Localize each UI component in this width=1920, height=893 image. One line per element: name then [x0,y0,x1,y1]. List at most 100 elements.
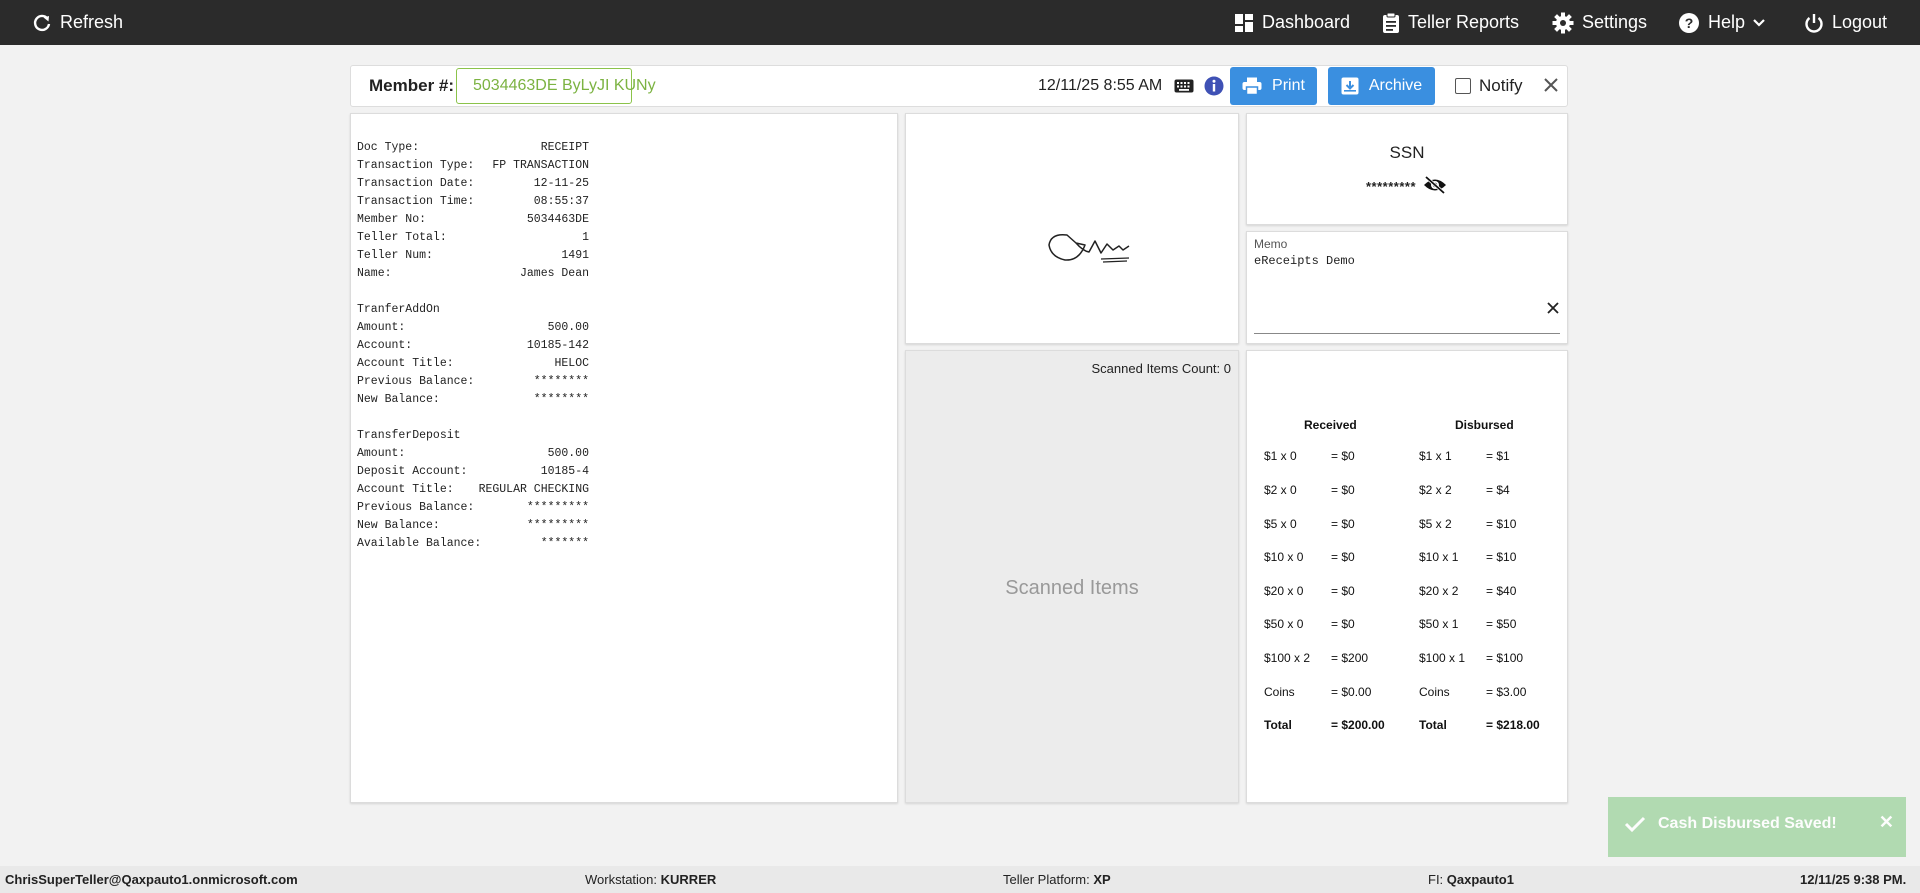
disbursed-amount: = $100 [1486,651,1524,665]
dashboard-icon [1235,13,1253,32]
receipt-line: Amount: 500.00 [357,447,589,460]
member-chip[interactable]: 5034463DE ByLyJI KUNy [456,68,656,104]
notify-label: Notify [1479,76,1523,95]
received-denom: $10 x 0 [1264,550,1304,564]
memo-panel: Memo eReceipts Demo [1246,231,1568,344]
gear-icon [1552,12,1574,33]
member-label: Member #: [369,76,455,95]
disbursed-total: = $218.00 [1486,718,1540,732]
received-amount: = $0.00 [1331,685,1372,699]
member-value: 5034463DE ByLyJI KUNy [473,77,656,94]
receipt-line: Name: James Dean [357,267,589,280]
refresh-label: Refresh [60,12,124,32]
footer-user: ChrisSuperTeller@Qaxpauto1.onmicrosoft.c… [5,872,298,887]
settings-label: Settings [1582,12,1648,32]
receipt-line: Member No: 5034463DE [357,213,589,226]
received-total: = $200.00 [1331,718,1385,732]
info-icon[interactable] [1204,76,1224,96]
cash-summary-panel: Received Disbursed $1 x 0 = $0 $1 x 1 = … [1246,350,1568,803]
received-amount: = $0 [1331,449,1355,463]
receipt-section-title: TranferAddOn [357,303,440,316]
svg-text:?: ? [1685,15,1694,31]
receipt-panel: Doc Type: RECEIPT Transaction Type: FP TRA… [350,113,898,803]
received-coins: Coins [1264,685,1295,699]
disbursed-denom: $100 x 1 [1419,651,1466,665]
disbursed-amount: = $4 [1486,483,1510,497]
receipt-line: Previous Balance: ********* [357,501,589,514]
received-denom: $100 x 2 [1264,651,1311,665]
received-amount: = $0 [1331,584,1355,598]
scanned-items-panel: Scanned Items Count: 0 Scanned Items [905,350,1239,803]
toast-close-icon[interactable]: ✕ [1879,812,1894,833]
refresh-button[interactable]: Refresh [32,0,123,45]
disbursed-amount: = $50 [1486,617,1517,631]
teller-reports-label: Teller Reports [1408,12,1520,32]
logout-button[interactable]: Logout [1804,0,1887,45]
received-denom: $5 x 0 [1264,517,1297,531]
top-nav-bar: Refresh Dashboard Teller Reports Setting… [0,0,1920,45]
toast-message: Cash Disbursed Saved! [1658,815,1837,832]
received-total-label: Total [1264,718,1292,732]
received-denom: $50 x 0 [1264,617,1304,631]
receipt-line: Transaction Type: FP TRANSACTION [357,159,589,172]
scanned-items-placeholder: Scanned Items [1005,577,1139,599]
disbursed-denom: $1 x 1 [1419,449,1452,463]
disbursed-coins: Coins [1419,685,1450,699]
eye-slash-icon[interactable] [1423,175,1447,195]
memo-input[interactable]: eReceipts Demo [1254,254,1355,268]
notify-checkbox-box[interactable] [1455,78,1471,94]
signature-image [1048,233,1130,263]
received-amount: = $200 [1331,651,1369,665]
clear-icon[interactable] [1547,302,1559,314]
dashboard-label: Dashboard [1262,12,1351,32]
receipt-line: Amount: 500.00 [357,321,589,334]
received-header: Received [1304,418,1357,432]
receipt-line: Previous Balance: ******** [357,375,589,388]
print-label: Print [1272,77,1305,94]
refresh-icon [33,14,51,31]
disbursed-total-label: Total [1419,718,1447,732]
disbursed-amount: = $1 [1486,449,1510,463]
success-toast: Cash Disbursed Saved! ✕ [1608,797,1906,857]
receipt-line: Available Balance: ******* [357,537,589,550]
close-icon[interactable] [1542,76,1560,94]
received-amount: = $0 [1331,517,1355,531]
notify-checkbox[interactable]: Notify [1455,76,1522,96]
archive-icon [1341,77,1359,95]
ssn-title: SSN [1389,143,1425,162]
receipt-line: Transaction Date: 12-11-25 [357,177,589,190]
ssn-value: ********* [1366,179,1417,194]
disbursed-amount: = $10 [1486,550,1517,564]
receipt-body: Doc Type: RECEIPT Transaction Type: FP TRA… [357,139,589,553]
help-menu[interactable]: ? Help [1678,0,1765,45]
receipt-line: Doc Type: RECEIPT [357,141,589,154]
teller-reports-link[interactable]: Teller Reports [1382,0,1519,45]
archive-button[interactable]: Archive [1328,67,1435,105]
chevron-down-icon [1753,18,1765,27]
received-denom: $1 x 0 [1264,449,1297,463]
disbursed-header: Disbursed [1455,418,1514,432]
status-footer: ChrisSuperTeller@Qaxpauto1.onmicrosoft.c… [0,866,1920,893]
transaction-datetime: 12/11/25 8:55 AM [1038,77,1163,94]
footer-workstation: Workstation: KURRER [585,872,717,887]
power-icon [1805,13,1823,33]
receipt-line: Account Title: HELOC [357,357,589,370]
receipt-line: Account Title: REGULAR CHECKING [357,483,589,496]
disbursed-denom: $10 x 1 [1419,550,1459,564]
logout-label: Logout [1832,12,1888,32]
settings-link[interactable]: Settings [1552,0,1647,45]
print-button[interactable]: Print [1230,67,1317,105]
footer-datetime: 12/11/25 9:38 PM. [1800,872,1907,887]
footer-fi: FI: Qaxpauto1 [1428,872,1514,887]
dashboard-link[interactable]: Dashboard [1234,0,1350,45]
received-amount: = $0 [1331,550,1355,564]
disbursed-denom: $5 x 2 [1419,517,1452,531]
receipt-line: Account: 10185-142 [357,339,589,352]
signature-panel [905,113,1239,344]
received-denom: $2 x 0 [1264,483,1297,497]
checkmark-icon [1624,816,1646,833]
disbursed-amount: = $3.00 [1486,685,1527,699]
keyboard-icon[interactable] [1174,79,1194,93]
received-amount: = $0 [1331,617,1355,631]
help-icon: ? [1679,12,1699,33]
